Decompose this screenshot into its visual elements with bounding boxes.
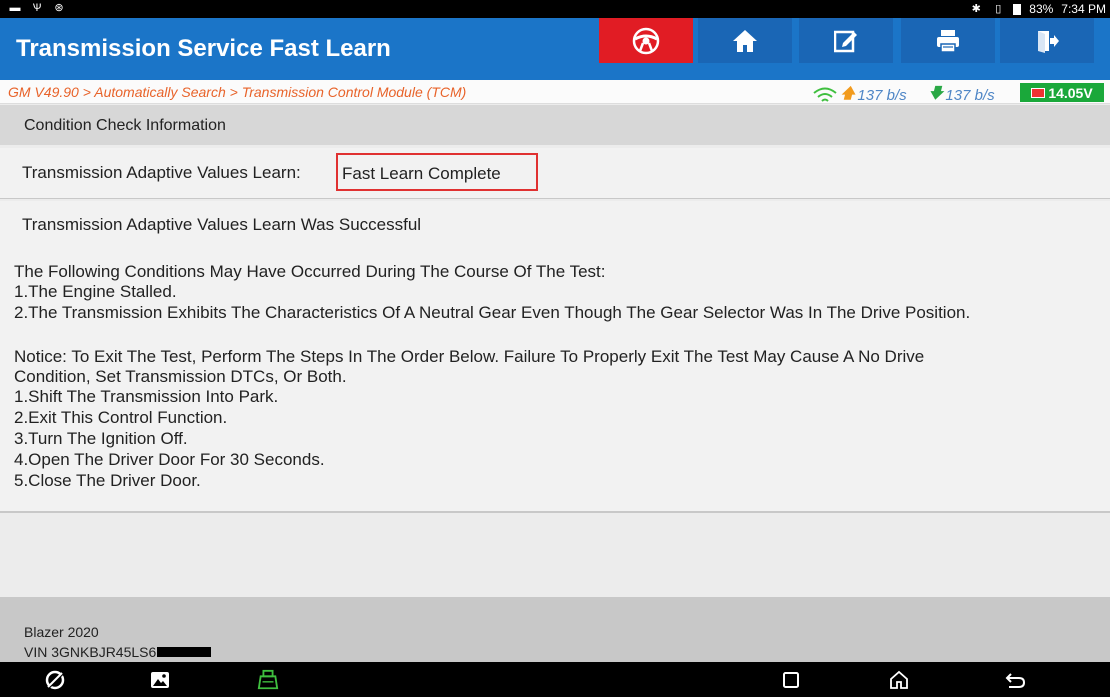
browser-icon [45,670,65,690]
message-line: 2.Exit This Control Function. [14,408,228,427]
steering-wheel-button[interactable] [599,18,693,63]
print-icon [937,29,959,53]
back-icon [1005,673,1026,688]
status-bar: ▬ Ѱ ⊛ ✱ ▯ 83% 7:34 PM [0,0,1110,18]
download-speed: 137 b/s [945,87,995,104]
recents-button[interactable] [780,669,802,691]
exit-icon [1038,30,1059,53]
learn-status-label: Transmission Adaptive Values Learn: [22,163,301,182]
car-battery-icon [1031,87,1046,98]
vin-redaction [157,647,212,657]
battery-percent: 83% [1029,2,1054,16]
back-button[interactable] [1004,669,1026,691]
message-line: 5.Close The Driver Door. [14,471,201,490]
voltage-badge: 14.05V [1020,83,1104,102]
bluetooth-icon: ✱ [971,3,981,15]
exit-button[interactable] [1000,18,1094,63]
vci-icon [257,669,279,690]
vci-button[interactable] [257,669,279,691]
gallery-button[interactable] [149,669,171,691]
message-line: Condition, Set Transmission DTCs, Or Bot… [14,367,347,386]
voltage-value: 14.05V [1048,84,1093,101]
vci-status-icon: ⊛ [54,2,64,14]
recents-icon [783,672,799,688]
blank-area [0,515,1110,597]
message-line: Transmission Adaptive Values Learn Was S… [22,215,422,234]
edit-button[interactable] [799,18,893,63]
breadcrumb: GM V49.90 > Automatically Search > Trans… [8,84,467,100]
message-line: 4.Open The Driver Door For 30 Seconds. [14,450,325,469]
steering-wheel-icon [632,27,660,54]
learn-status-value: Fast Learn Complete [336,153,538,191]
home-icon [733,29,757,52]
system-nav-bar [0,662,1110,697]
message-line: 1.The Engine Stalled. [14,282,177,301]
home-nav-icon [890,670,908,689]
edit-icon [834,30,857,52]
message-line: Notice: To Exit The Test, Perform The St… [14,347,925,366]
message-panel: Transmission Adaptive Values Learn Was S… [0,201,1110,513]
image-icon: ▬ [9,2,21,14]
vibrate-icon: ▯ [995,3,1002,15]
learn-status-row: Transmission Adaptive Values Learn: Fast… [0,148,1110,199]
battery-icon [1013,3,1022,15]
title-bar: Transmission Service Fast Learn [0,18,1110,80]
vehicle-vin: VIN 3GNKBJR45LS6 [24,644,157,660]
clock: 7:34 PM [1061,2,1106,16]
upload-speed: 137 b/s [857,87,907,104]
message-line: 1.Shift The Transmission Into Park. [14,387,279,406]
message-line: 2.The Transmission Exhibits The Characte… [14,303,971,322]
vin-row: VIN 3GNKBJR45LS6 [24,644,212,660]
breadcrumb-bar: GM V49.90 > Automatically Search > Trans… [0,80,1110,104]
message-line: The Following Conditions May Have Occurr… [14,262,606,281]
home-button[interactable] [698,18,792,63]
usb-icon: Ѱ [32,2,42,14]
wifi-icon [813,87,837,102]
section-header: Condition Check Information [0,105,1110,145]
message-line: 3.Turn The Ignition Off. [14,429,188,448]
gallery-icon [151,672,169,688]
print-button[interactable] [901,18,995,63]
vehicle-info-footer: Blazer 2020 VIN 3GNKBJR45LS6 [0,597,1110,662]
browser-button[interactable] [44,669,66,691]
home-nav-button[interactable] [888,669,910,691]
page-title: Transmission Service Fast Learn [16,35,391,62]
vehicle-model: Blazer 2020 [24,624,99,640]
